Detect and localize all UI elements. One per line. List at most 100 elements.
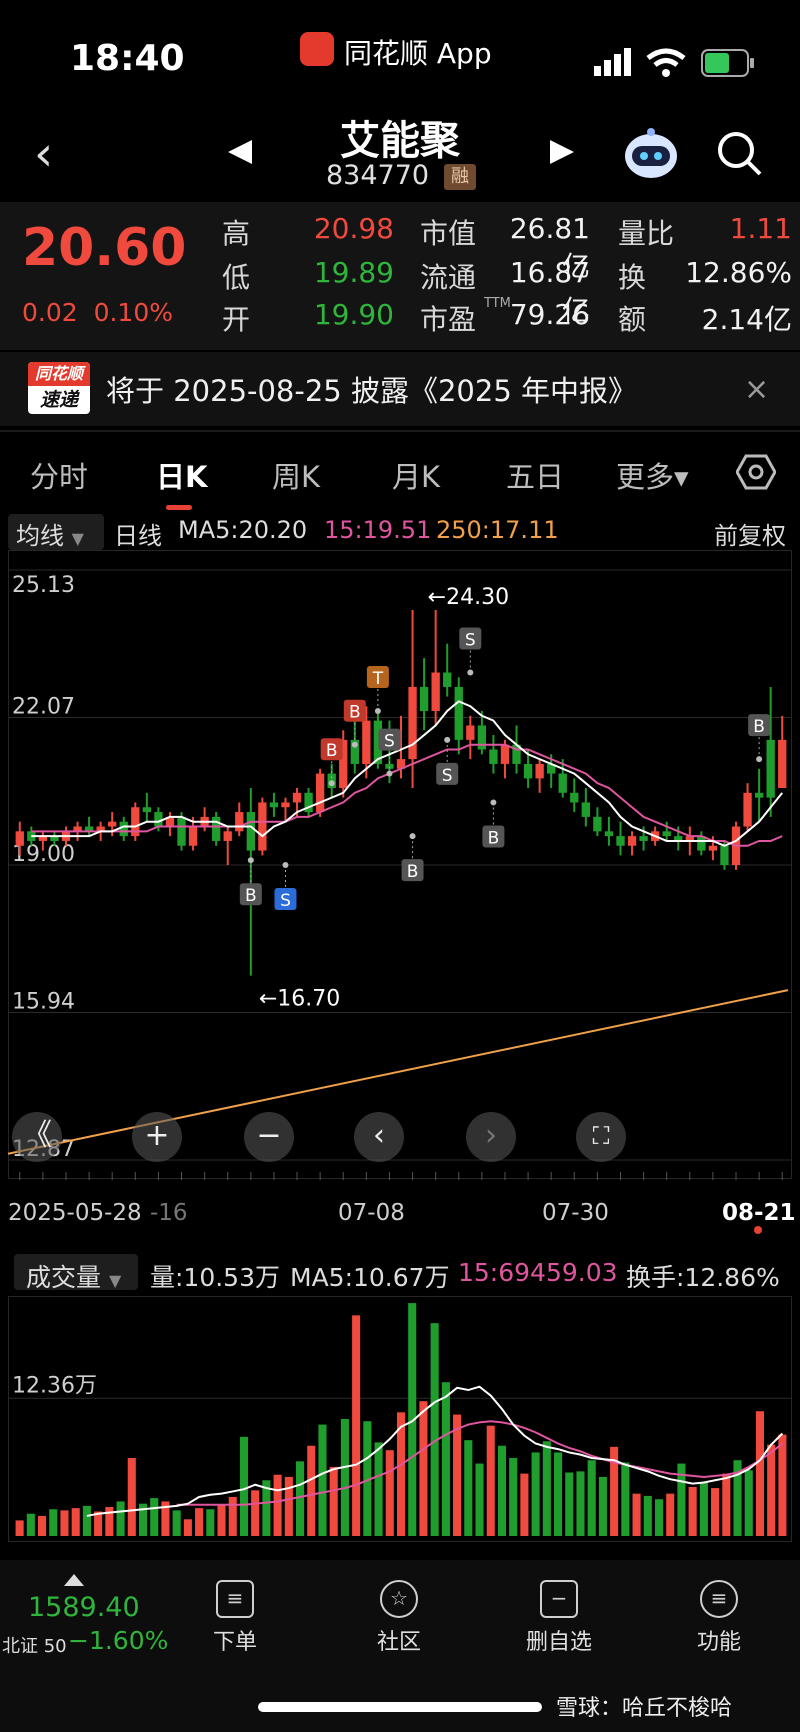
volume-bar	[239, 1436, 248, 1536]
zoom-out-icon[interactable]: −	[244, 1112, 294, 1162]
volume-bar	[172, 1510, 181, 1536]
stat-label: 开	[222, 303, 251, 336]
nav-remove-watchlist[interactable]: − 删自选	[504, 1580, 614, 1656]
signal-label: S	[442, 766, 453, 786]
price-change: 0.02 0.10%	[22, 298, 173, 327]
app-label: 同花顺 App	[344, 37, 492, 70]
volume-bar	[352, 1315, 361, 1536]
margin-badge: 融	[444, 164, 476, 190]
tab-daily-k[interactable]: 日K	[156, 454, 207, 496]
pan-right-icon[interactable]: ›	[466, 1112, 516, 1162]
volume-bar	[475, 1463, 484, 1536]
ma-selector-label: 均线 ▼	[16, 522, 84, 550]
volume-bar	[228, 1497, 237, 1536]
divider	[0, 430, 800, 432]
volume-bar	[654, 1499, 664, 1536]
candle-body	[258, 802, 267, 851]
search-icon[interactable]	[716, 130, 764, 178]
low-annotation: ←16.70	[259, 987, 340, 1012]
volume-bar	[744, 1470, 753, 1536]
signal-dot	[490, 799, 497, 806]
volume-bar	[127, 1458, 136, 1536]
collapse-icon[interactable]: 《	[12, 1112, 62, 1162]
candle-body	[570, 792, 579, 803]
volume-selector-label: 成交量 ▼	[26, 1263, 122, 1292]
stat-value: 12.86%	[685, 256, 792, 289]
tab-five-day[interactable]: 五日	[506, 454, 564, 496]
adjust-mode[interactable]: 前复权	[714, 516, 786, 551]
robot-assistant-icon[interactable]	[622, 126, 680, 180]
next-stock-icon[interactable]	[548, 138, 576, 166]
tab-intraday[interactable]: 分时	[30, 454, 88, 496]
tab-more[interactable]: 更多▾	[616, 454, 689, 496]
nav-functions[interactable]: ≡ 功能	[664, 1580, 774, 1656]
nav-community[interactable]: ☆ 社区	[344, 1580, 454, 1656]
date-end: 08-21	[722, 1200, 796, 1226]
close-icon[interactable]: ×	[744, 372, 769, 407]
ma15-line	[31, 743, 783, 847]
minus-box-icon: −	[540, 1580, 578, 1618]
price-axis-label: 22.07	[12, 695, 75, 720]
signal-label: B	[488, 828, 500, 848]
stat-label: 市盈	[420, 303, 477, 336]
candle-body	[362, 720, 371, 764]
volume-bar	[419, 1401, 428, 1536]
index-change: −1.60%	[68, 1626, 169, 1655]
volume-bar	[284, 1476, 293, 1536]
signal-label: B	[326, 741, 338, 761]
settings-hexagon-icon[interactable]	[736, 452, 776, 492]
last-price: 20.60	[22, 218, 187, 278]
candle-body	[639, 836, 648, 841]
volume-bar	[486, 1425, 495, 1536]
volume-bar	[531, 1452, 540, 1536]
nav-order[interactable]: ≡ 下单	[180, 1580, 290, 1656]
signal-label: S	[280, 891, 291, 911]
signal-dot	[282, 862, 289, 868]
volume-bar	[251, 1490, 260, 1536]
volume-bar	[565, 1472, 574, 1536]
candle-body	[535, 763, 544, 779]
stat-value: 2.14亿	[701, 303, 792, 336]
volume-bar	[183, 1519, 192, 1536]
signal-dot	[409, 833, 416, 840]
candle-body	[743, 792, 752, 827]
stat-label: 换	[618, 261, 647, 294]
status-time: 18:40	[70, 38, 185, 79]
price-axis-label: 25.13	[12, 573, 75, 598]
high-annotation: ←24.30	[428, 585, 509, 610]
volume-bar	[374, 1442, 383, 1536]
volume-bar	[116, 1501, 125, 1536]
volume-bar	[82, 1505, 91, 1536]
candle-body	[489, 749, 498, 764]
volume-chart[interactable]: 12.36万	[8, 1296, 792, 1542]
ma15-value: 15:19.51	[324, 516, 432, 544]
signal-dot	[374, 708, 381, 715]
index-name: 北证 50	[2, 1636, 67, 1657]
pe-superscript: TTM	[484, 296, 511, 311]
volume-bar	[49, 1509, 58, 1536]
ma5-line	[31, 700, 784, 847]
candle-body	[662, 831, 671, 837]
notice-text[interactable]: 将于 2025-08-25 披露《2025 年中报》	[106, 368, 637, 410]
news-flash-logo: 同花顺 速递	[28, 362, 90, 414]
candle-body	[708, 845, 718, 851]
volume-value: 量:10.53万	[150, 1263, 280, 1292]
volume-bar	[217, 1504, 226, 1536]
volume-bar	[711, 1488, 720, 1536]
stat-label: 额	[618, 303, 647, 336]
pan-left-icon[interactable]: ‹	[354, 1112, 404, 1162]
kline-chart[interactable]: 25.1322.0719.0015.9412.87←24.30←16.70BSB…	[8, 550, 792, 1180]
volume-bar	[453, 1414, 462, 1536]
tab-monthly-k[interactable]: 月K	[392, 454, 440, 496]
volume-bar	[150, 1498, 159, 1536]
document-icon: ≡	[216, 1580, 254, 1618]
stat-label: 低	[222, 261, 251, 294]
candle-body	[269, 802, 279, 808]
zoom-in-icon[interactable]: +	[132, 1112, 182, 1162]
fullscreen-icon[interactable]: ⛶	[576, 1112, 626, 1162]
date-mid-1: 07-08	[338, 1200, 405, 1226]
volume-bar	[15, 1520, 24, 1536]
index-value[interactable]: 1589.40	[28, 1592, 140, 1623]
volume-bar	[195, 1508, 204, 1536]
tab-weekly-k[interactable]: 周K	[272, 454, 320, 496]
